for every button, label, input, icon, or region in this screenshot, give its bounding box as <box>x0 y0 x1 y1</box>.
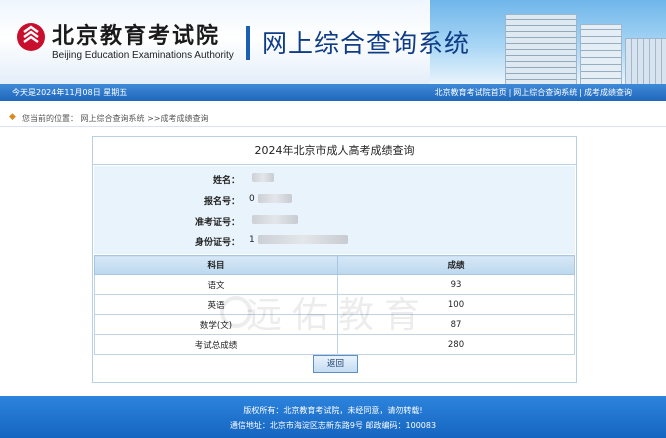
field-label: 准考证号： <box>194 218 240 228</box>
back-button[interactable]: 返回 <box>313 355 358 373</box>
info-row-ticket: 准考证号： <box>94 212 575 230</box>
header-building-image <box>625 38 666 84</box>
score-result-panel: 2024年北京市成人高考成绩查询 姓名： 报名号： 0 准考证号： 身份证号： … <box>92 136 577 383</box>
breadcrumb-path[interactable]: 网上综合查询系统 >>成考成绩查询 <box>81 114 209 123</box>
candidate-info: 姓名： 报名号： 0 准考证号： 身份证号： 1 <box>94 166 575 254</box>
info-row-name: 姓名： <box>94 170 575 188</box>
logo-chinese-name: 北京教育考试院 <box>52 23 221 49</box>
title-divider <box>246 26 250 60</box>
redacted-value <box>257 194 292 203</box>
site-header: 北京教育考试院 Beijing Education Examinations A… <box>0 0 666 84</box>
field-value-ticket <box>249 215 298 225</box>
nav-links: 北京教育考试院首页 | 网上综合查询系统 | 成考成绩查询 <box>434 88 632 97</box>
authority-logo-icon <box>17 23 45 51</box>
nav-link-query-system[interactable]: 网上综合查询系统 <box>513 88 577 97</box>
info-row-id: 身份证号： 1 <box>94 232 575 250</box>
top-nav-bar: 今天是2024年11月08日 星期五 北京教育考试院首页 | 网上综合查询系统 | 成考… <box>0 84 666 101</box>
nav-link-score-query[interactable]: 成考成绩查询 <box>584 88 632 97</box>
logo-english-name: Beijing Education Examinations Authority <box>52 50 234 61</box>
redacted-value <box>252 173 274 182</box>
header-building-image <box>505 14 577 84</box>
nav-link-home[interactable]: 北京教育考试院首页 <box>435 88 507 97</box>
footer-copyright: 版权所有：北京教育考试院，未经同意，请勿转载! <box>243 406 423 415</box>
panel-title: 2024年北京市成人高考成绩查询 <box>93 137 576 165</box>
system-title: 网上综合查询系统 <box>262 29 471 58</box>
field-value-name <box>249 173 274 183</box>
field-label: 身份证号： <box>194 238 240 248</box>
field-value-id: 1 <box>249 235 348 245</box>
site-footer: 版权所有：北京教育考试院，未经同意，请勿转载! 通信地址：北京市海淀区志新东路9… <box>0 396 666 438</box>
column-header-subject: 科目 <box>94 255 338 275</box>
field-label: 姓名： <box>212 176 240 186</box>
watermark-text: 远佑教育 <box>246 295 431 336</box>
current-date: 今天是2024年11月08日 星期五 <box>12 88 128 97</box>
location-pin-icon: ◆ <box>9 112 16 122</box>
redacted-value <box>257 235 348 244</box>
redacted-value <box>252 215 298 224</box>
info-row-registration: 报名号： 0 <box>94 191 575 209</box>
header-building-image <box>580 24 622 84</box>
breadcrumb: ◆ 您当前的位置： 网上综合查询系统 >>成考成绩查询 <box>0 110 666 127</box>
column-header-score: 成绩 <box>337 255 575 275</box>
field-label: 报名号： <box>203 197 240 207</box>
footer-address: 通信地址：北京市海淀区志新东路9号 邮政编码：100083 <box>229 421 437 430</box>
breadcrumb-prefix: 您当前的位置： <box>22 114 78 123</box>
field-value-registration: 0 <box>249 194 292 204</box>
table-header-row: 科目 成绩 <box>94 255 575 275</box>
